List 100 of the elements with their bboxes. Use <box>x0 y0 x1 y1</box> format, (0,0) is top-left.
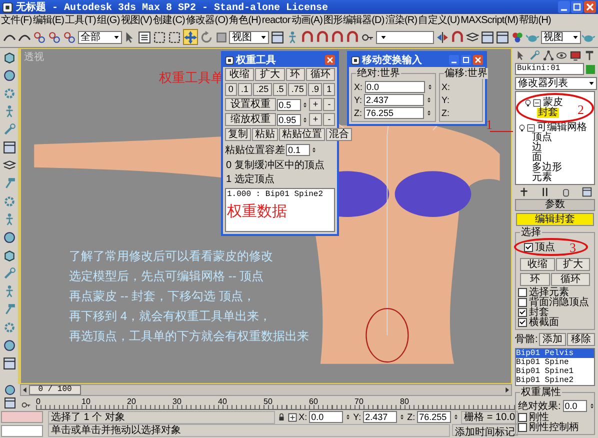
layers-icon[interactable] <box>2 159 16 172</box>
number-field[interactable]: 76.255 <box>417 411 452 423</box>
number-field[interactable]: 2.437 <box>363 411 398 423</box>
button[interactable]: - <box>323 98 335 111</box>
number-field[interactable]: 0.0 <box>562 400 587 412</box>
pin-icon[interactable] <box>518 187 528 197</box>
cube-icon[interactable] <box>2 249 16 262</box>
rotate-icon[interactable] <box>200 30 213 44</box>
button[interactable]: 环 <box>520 273 550 286</box>
button[interactable]: .25 <box>252 83 272 96</box>
button[interactable]: 扩大 <box>255 68 284 81</box>
mirror-icon[interactable] <box>436 30 449 44</box>
spinner-arrows-icon[interactable] <box>345 412 352 422</box>
dropdown[interactable]: 视图 <box>229 30 270 44</box>
button[interactable]: + <box>308 98 322 111</box>
panel-icon[interactable] <box>582 187 592 197</box>
stack-item[interactable]: 封套 <box>537 108 559 118</box>
cube-icon[interactable] <box>2 51 16 64</box>
dropdown[interactable] <box>376 30 434 44</box>
menu-item[interactable]: 创建(C) <box>153 14 185 26</box>
layers-icon[interactable] <box>466 30 479 44</box>
add-time-tag-button[interactable]: 添加时间标记 <box>452 424 518 436</box>
checkbox[interactable] <box>524 242 533 252</box>
sphere-icon[interactable] <box>2 339 16 352</box>
button[interactable]: - <box>323 113 335 126</box>
number-field[interactable]: 0.5 <box>276 98 301 110</box>
rectangle-select-icon[interactable] <box>153 30 166 44</box>
spinner-arrows-icon[interactable] <box>453 412 460 422</box>
panel-icon[interactable] <box>2 141 16 154</box>
stack-item[interactable]: 边 <box>531 143 543 153</box>
sphere-icon[interactable] <box>2 69 16 82</box>
menu-item[interactable]: 动画(A) <box>291 14 323 26</box>
checkbox[interactable] <box>518 298 527 306</box>
button[interactable]: + <box>308 113 322 126</box>
button[interactable]: 环 <box>286 68 305 81</box>
number-field[interactable]: 2.437 <box>364 94 424 106</box>
menu-item[interactable]: 图形编辑器(D) <box>324 14 384 26</box>
rollout-header[interactable]: 参数 <box>515 199 595 211</box>
button[interactable]: 循环 <box>306 68 335 81</box>
number-field[interactable]: 0.0 <box>309 411 344 423</box>
bar-icon[interactable] <box>540 187 550 197</box>
hand-icon[interactable] <box>560 187 570 197</box>
unlink-icon[interactable] <box>48 30 61 44</box>
menu-item[interactable]: MAXScript(M) <box>460 14 518 26</box>
close-icon[interactable] <box>325 55 335 65</box>
hammer-icon[interactable] <box>584 50 595 61</box>
stack-item[interactable]: 顶点 <box>531 133 553 143</box>
button[interactable]: 循环 <box>550 273 590 286</box>
bind-icon[interactable] <box>62 30 76 44</box>
number-field[interactable]: 0.0 <box>364 80 425 92</box>
button[interactable]: 设置权重 <box>225 98 276 111</box>
script-field[interactable] <box>1 411 43 423</box>
collapse-icon[interactable] <box>533 99 541 107</box>
list-item[interactable]: Bip01 Spine1 <box>516 367 594 376</box>
button[interactable]: 缩放权重 <box>225 113 276 126</box>
button[interactable]: 移除 <box>567 332 595 346</box>
menu-item[interactable]: 角色(H) <box>229 14 261 26</box>
button[interactable]: 添加 <box>538 332 566 346</box>
snap-icon[interactable] <box>300 30 314 44</box>
viewport[interactable] <box>20 48 512 384</box>
select-by-name-icon[interactable] <box>138 30 152 44</box>
stack-item[interactable]: 可编辑网格 <box>536 123 588 133</box>
minimize-icon[interactable] <box>558 1 570 13</box>
menu-item[interactable]: reactor <box>262 14 290 26</box>
menu-item[interactable]: 文件(F) <box>1 14 32 26</box>
button[interactable]: 扩大 <box>556 258 590 271</box>
button[interactable]: 收缩 <box>520 258 554 271</box>
stack-item[interactable]: 面 <box>531 153 543 163</box>
button[interactable]: 混合 <box>326 128 352 141</box>
number-field[interactable]: 0.1 <box>286 144 310 156</box>
right-arrow-icon[interactable] <box>503 386 511 394</box>
angle-snap-icon[interactable] <box>316 30 330 44</box>
collapse-icon[interactable] <box>527 124 535 132</box>
monitor-icon[interactable] <box>570 50 582 61</box>
color-swatch[interactable] <box>586 64 595 74</box>
list-item[interactable]: 1.000 : Bip01 Spine2 <box>227 190 333 199</box>
maximize-icon[interactable] <box>461 55 471 65</box>
stack-item[interactable]: 蒙皮 <box>542 98 564 108</box>
wrench-icon[interactable] <box>2 267 16 280</box>
list-item[interactable]: Bip01 Pelvis <box>516 349 594 358</box>
ellipse-icon[interactable] <box>556 50 568 61</box>
button[interactable]: .5 <box>272 83 288 96</box>
button[interactable]: 1 <box>323 83 335 96</box>
button[interactable]: 粘贴 <box>252 128 278 141</box>
name-field[interactable]: Bukini:01 <box>515 63 584 75</box>
button[interactable]: 复制 <box>225 128 251 141</box>
panel-icon[interactable] <box>2 357 16 370</box>
window-crossing-icon[interactable] <box>168 30 182 44</box>
panel-icon[interactable] <box>4 397 16 409</box>
button[interactable]: .9 <box>308 83 322 96</box>
bulb-icon[interactable] <box>518 124 526 132</box>
material-icon[interactable] <box>511 30 524 44</box>
menu-item[interactable]: 编辑(E) <box>32 14 64 26</box>
menu-item[interactable]: 帮助(H) <box>519 14 551 26</box>
spinner-arrows-icon[interactable] <box>311 145 317 155</box>
stack-item[interactable]: 多边形 <box>531 163 563 173</box>
number-field[interactable]: 76.255 <box>364 106 424 118</box>
dropdown[interactable]: 全部 <box>78 30 122 44</box>
edit-envelope-button[interactable]: 编辑封套 <box>516 213 594 226</box>
script-field[interactable] <box>1 425 43 437</box>
